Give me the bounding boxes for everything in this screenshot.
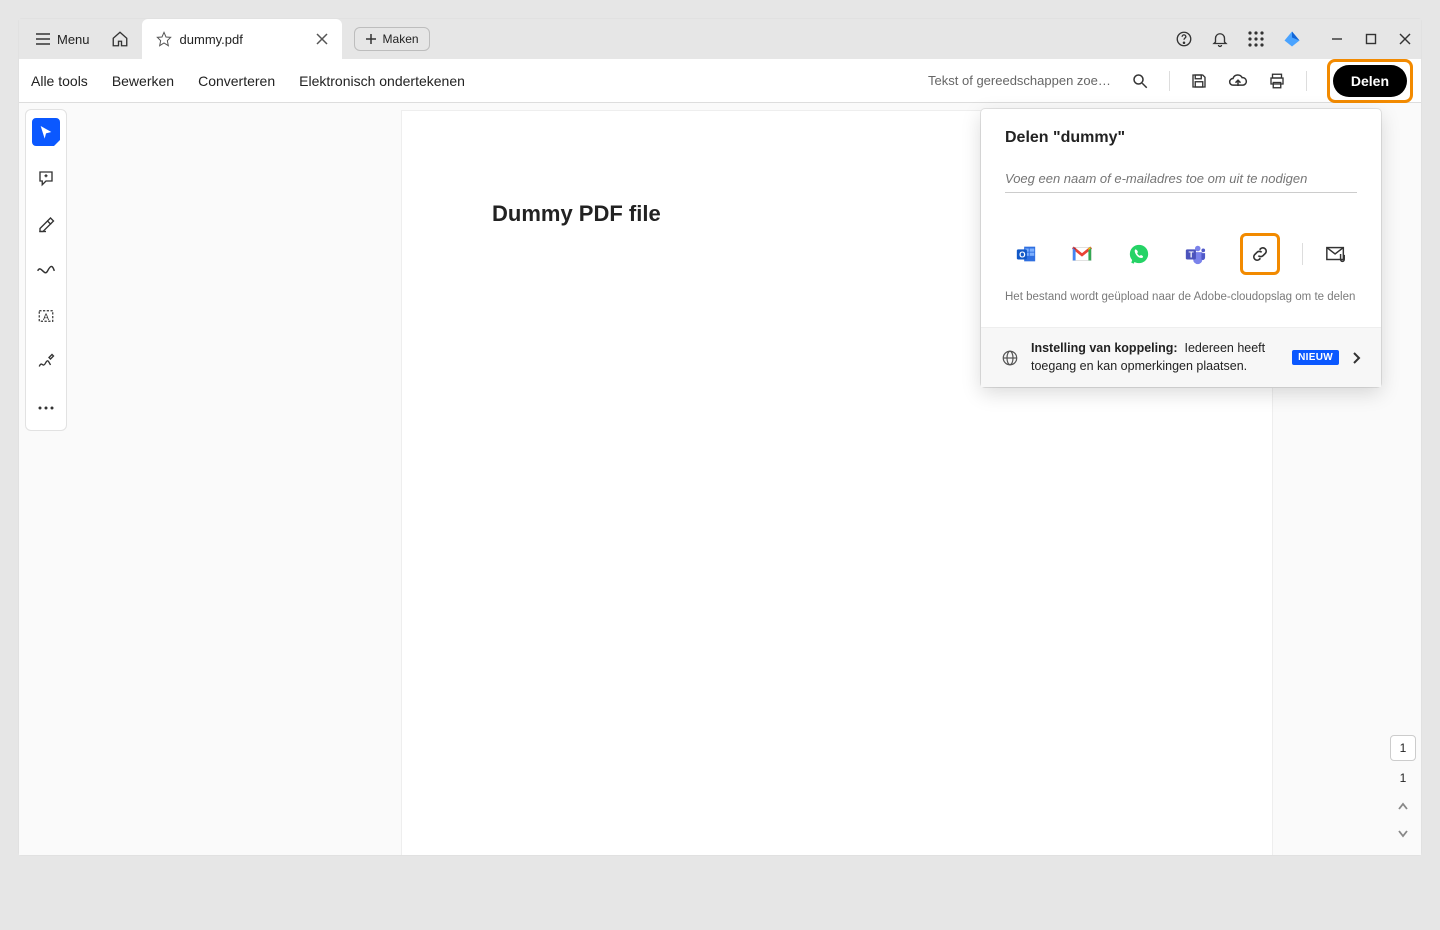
draw-tool[interactable] [32,256,60,284]
email-attachment-icon[interactable] [1325,242,1347,266]
page-navigator: 1 1 [1390,735,1416,845]
link-settings-text: Instelling van koppeling: Iedereen heeft… [1031,340,1280,375]
whatsapp-icon[interactable] [1128,242,1150,266]
help-icon[interactable] [1175,30,1193,48]
document-tab[interactable]: dummy.pdf [142,19,342,59]
separator [1302,243,1303,265]
maximize-button[interactable] [1365,33,1377,45]
menu-button[interactable]: Menu [27,28,98,51]
menu-label: Menu [57,32,90,47]
bell-icon[interactable] [1211,30,1229,48]
separator [1306,71,1307,91]
share-button-highlight: Delen [1327,59,1413,103]
toolbar-esign[interactable]: Elektronisch ondertekenen [299,73,465,89]
toolbar-all-tools[interactable]: Alle tools [31,73,88,89]
share-channels: O T [1005,193,1357,291]
share-panel: Delen "dummy" O T [981,109,1381,387]
share-button[interactable]: Delen [1333,65,1407,97]
page-next-button[interactable] [1390,823,1416,845]
more-tool[interactable] [32,394,60,422]
plus-icon [365,33,377,45]
star-icon [156,31,172,47]
create-button[interactable]: Maken [354,27,430,51]
tab-title: dummy.pdf [180,32,243,47]
upload-cloud-icon[interactable] [1228,72,1248,90]
share-panel-title: Delen "dummy" [1005,129,1357,147]
link-settings-row[interactable]: Instelling van koppeling: Iedereen heeft… [981,327,1381,387]
close-tab-button[interactable] [316,33,328,45]
signature-tool[interactable] [32,348,60,376]
select-tool[interactable] [32,118,60,146]
titlebar: Menu dummy.pdf [19,19,1421,59]
invite-input[interactable] [1005,165,1357,193]
copylink-highlight [1240,233,1279,275]
account-icon[interactable] [1283,30,1301,48]
titlebar-right [1175,30,1421,48]
hamburger-icon [35,32,51,46]
chevron-right-icon [1351,351,1361,365]
globe-icon [1001,349,1019,367]
app-window: Menu dummy.pdf [18,18,1422,856]
comment-tool[interactable] [32,164,60,192]
highlight-tool[interactable] [32,210,60,238]
page-prev-button[interactable] [1390,795,1416,817]
outlook-icon[interactable]: O [1015,242,1037,266]
separator [1169,71,1170,91]
titlebar-left: Menu dummy.pdf [19,19,430,59]
search-icon[interactable] [1131,72,1149,90]
svg-text:T: T [1189,251,1194,260]
page-input[interactable]: 1 [1390,735,1416,761]
search-hint[interactable]: Tekst of gereedschappen zoe… [928,73,1111,88]
apps-icon[interactable] [1247,30,1265,48]
left-tool-rail: A [25,109,67,431]
teams-icon[interactable]: T [1184,242,1206,266]
minimize-button[interactable] [1331,33,1343,45]
textbox-tool[interactable]: A [32,302,60,330]
toolbar-convert[interactable]: Converteren [198,73,275,89]
save-icon[interactable] [1190,72,1208,90]
copylink-icon[interactable] [1248,242,1272,266]
toolbar-edit[interactable]: Bewerken [112,73,174,89]
create-label: Maken [383,32,419,46]
toolbar-left: Alle tools Bewerken Converteren Elektron… [27,73,465,89]
page-total: 1 [1400,767,1407,789]
toolbar-right: Tekst of gereedschappen zoe… Delen [928,59,1413,103]
close-button[interactable] [1399,33,1411,45]
svg-text:A: A [43,312,49,322]
gmail-icon[interactable] [1071,242,1093,266]
print-icon[interactable] [1268,72,1286,90]
window-controls [1331,33,1411,45]
home-button[interactable] [106,25,134,53]
toolbar: Alle tools Bewerken Converteren Elektron… [19,59,1421,103]
new-badge: NIEUW [1292,350,1339,365]
svg-text:O: O [1019,251,1026,260]
upload-note: Het bestand wordt geüpload naar de Adobe… [1005,291,1357,315]
